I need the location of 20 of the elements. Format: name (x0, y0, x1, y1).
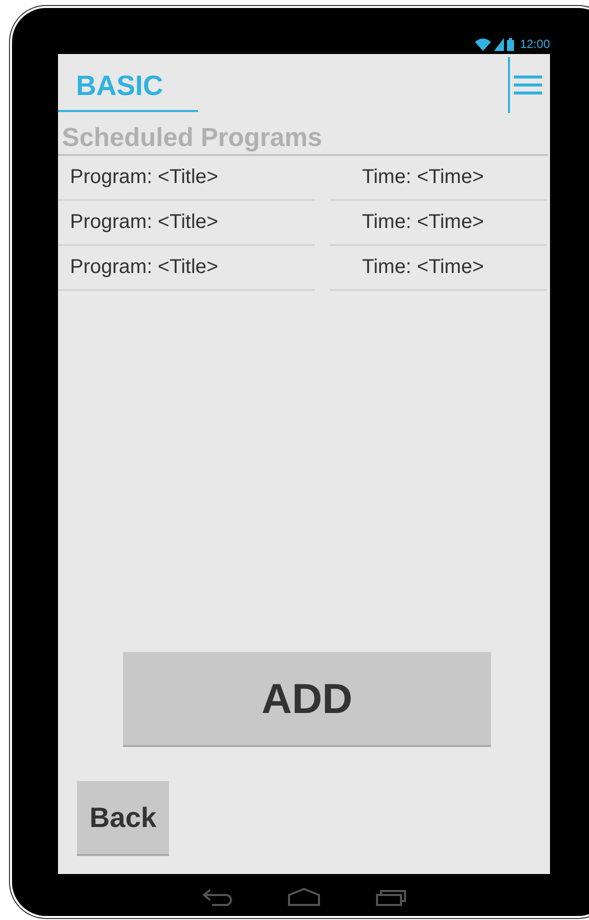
back-nav-button[interactable] (202, 888, 232, 906)
program-label: Program: <Title> (58, 201, 315, 246)
program-label: Program: <Title> (58, 156, 315, 201)
home-nav-button[interactable] (288, 888, 320, 906)
section-title: Scheduled Programs (58, 118, 548, 156)
recent-apps-button[interactable] (376, 888, 406, 906)
wifi-icon (474, 38, 491, 51)
back-arrow-icon (202, 888, 232, 906)
battery-icon (506, 38, 514, 51)
time-label: Time: <Time> (330, 246, 547, 291)
add-button[interactable]: ADD (123, 652, 491, 747)
recent-apps-icon (376, 888, 406, 906)
time-label: Time: <Time> (330, 201, 547, 246)
home-icon (288, 888, 320, 906)
status-time: 12:00 (520, 37, 550, 51)
back-button[interactable]: Back (77, 781, 169, 856)
signal-icon (494, 38, 504, 51)
time-label: Time: <Time> (330, 156, 547, 201)
menu-icon (514, 75, 542, 95)
program-label: Program: <Title> (58, 246, 315, 291)
